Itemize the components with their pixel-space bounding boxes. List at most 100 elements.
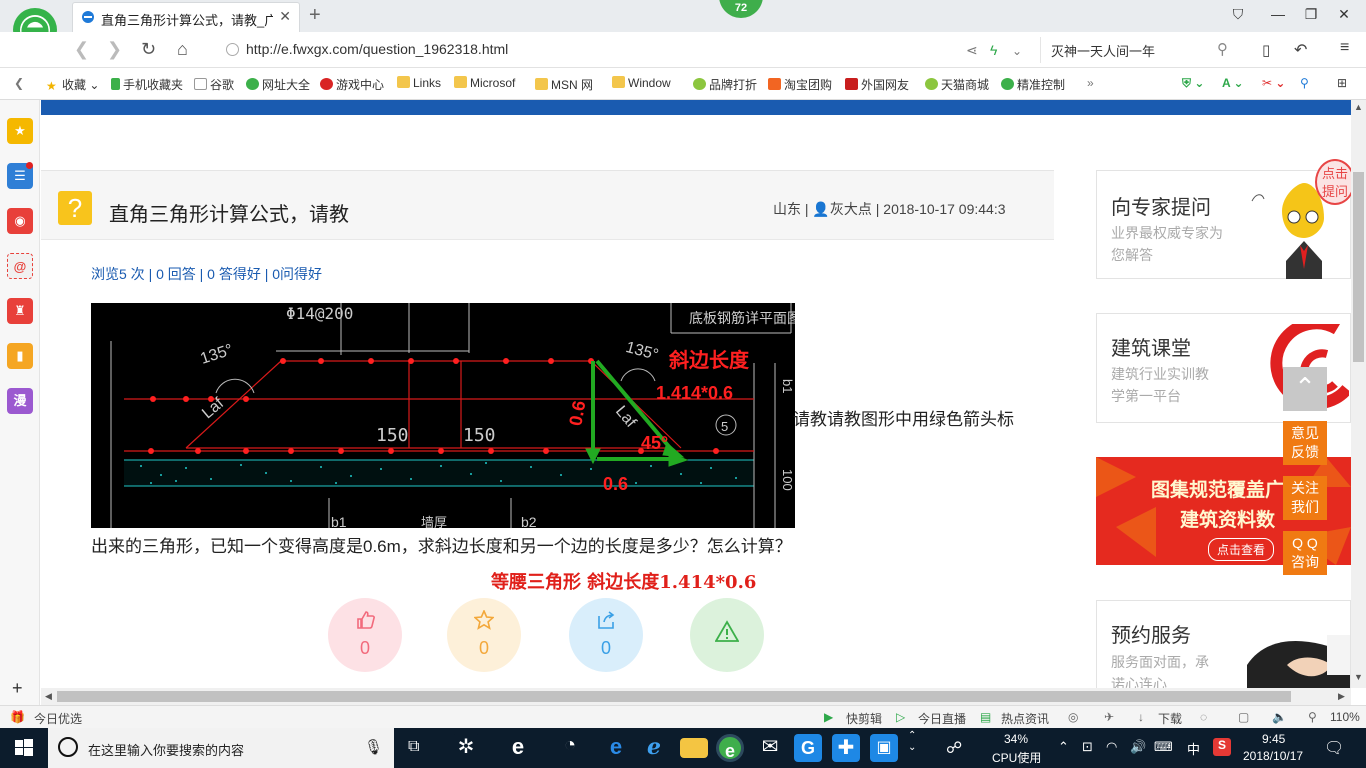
shirt-skin-icon[interactable]: ⛉ [1223, 6, 1253, 23]
show-hidden-icons[interactable]: ⌃ ⌄ [908, 730, 916, 754]
tab-close-icon[interactable]: ✕ [279, 8, 291, 25]
swirl-app-icon[interactable]: ◔ [556, 734, 584, 762]
forward-button[interactable]: ❯ [107, 39, 122, 60]
volume-icon[interactable]: 🔈 [1272, 710, 1287, 724]
mail-app-icon[interactable]: ✉ [756, 734, 784, 762]
book-icon[interactable]: ▮ [7, 343, 33, 369]
new-tab-button[interactable]: + [309, 4, 321, 27]
speaker-icon[interactable]: 🔊 [1130, 739, 1146, 755]
follow-us-button[interactable]: 关注我们 [1283, 476, 1327, 520]
ime-indicator[interactable]: 中 [1187, 739, 1200, 758]
pin-icon[interactable]: ✈ [1104, 710, 1114, 724]
clock-time[interactable]: 9:45 [1262, 732, 1285, 746]
cloud-icon[interactable]: ◌ [1200, 710, 1207, 724]
status-clip[interactable]: 快剪辑 [846, 710, 882, 727]
menu-icon[interactable]: ≡ [1340, 39, 1349, 57]
action-center-icon[interactable]: 🗨 [1324, 738, 1344, 758]
bookmark-sites[interactable]: 网址大全 [246, 76, 310, 93]
translate-icon[interactable]: A ⌄ [1222, 76, 1244, 90]
home-button[interactable]: ⌂ [177, 39, 188, 60]
close-window-button[interactable]: ✕ [1329, 6, 1359, 23]
windows-start-icon[interactable] [0, 728, 48, 768]
microphone-icon[interactable]: 🎙 [364, 738, 383, 756]
browser-app-icon[interactable]: e [716, 734, 744, 762]
tray-chevron-up-icon[interactable]: ⌃ [1058, 739, 1069, 755]
search-icon[interactable]: ⚲ [1217, 40, 1228, 58]
plus-app-icon[interactable]: ✚ [832, 734, 860, 762]
phone-icon[interactable]: ▯ [1262, 41, 1270, 59]
task-view-icon[interactable]: ⧉ [408, 738, 419, 756]
feedback-button[interactable]: 意见反馈 [1283, 421, 1327, 465]
bookmark-microsoft[interactable]: Microsof [454, 76, 515, 90]
bookmark-taobao[interactable]: 淘宝团购 [768, 76, 832, 93]
clock-date[interactable]: 2018/10/17 [1243, 749, 1303, 763]
status-live[interactable]: 今日直播 [918, 710, 966, 727]
photo-app-icon[interactable]: ▣ [870, 734, 898, 762]
favorite-button[interactable]: 0 [447, 598, 521, 672]
pinwheel-app-icon[interactable]: ✲ [452, 734, 480, 762]
chevron-down-icon[interactable]: ⌄ [1012, 44, 1022, 58]
bookmark-favorites[interactable]: ★ 收藏 ⌄ [46, 76, 99, 93]
window-icon[interactable]: ▢ [1238, 710, 1249, 724]
refresh-button[interactable]: ↻ [141, 39, 156, 60]
appointment-card[interactable]: 预约服务 服务面对面，承诺心连心 [1096, 600, 1351, 688]
back-button[interactable]: ❮ [74, 39, 89, 60]
speed-icon[interactable]: ◎ [1068, 710, 1078, 724]
zoom-icon[interactable]: ⚲ [1308, 710, 1317, 724]
ask-bubble[interactable]: 点击提问 [1315, 159, 1351, 205]
undo-icon[interactable]: ↶ [1294, 40, 1307, 60]
notification-badge[interactable]: 72 [719, 0, 763, 18]
url-field[interactable]: http://e.fwxgx.com/question_1962318.html [226, 37, 956, 63]
share-button[interactable]: 0 [569, 598, 643, 672]
bookmark-mobile[interactable]: 手机收藏夹 [111, 76, 183, 93]
banner-view-button[interactable]: 点击查看 [1208, 538, 1275, 561]
search-box[interactable]: 灭神一天人间一年 ⚲ [1040, 37, 1236, 63]
weibo-icon[interactable]: ◉ [7, 208, 33, 234]
bookmark-links[interactable]: Links [397, 76, 441, 90]
back-to-top-button[interactable]: ⌃ [1283, 367, 1327, 411]
zoom-tool-icon[interactable]: ⚲ [1300, 76, 1309, 90]
report-button[interactable] [690, 598, 764, 672]
minimize-button[interactable]: — [1263, 6, 1293, 22]
like-button[interactable]: 0 [328, 598, 402, 672]
wifi-icon[interactable]: ◠ [1106, 739, 1117, 755]
bookmark-more-icon[interactable]: » [1087, 76, 1094, 90]
game-icon[interactable]: ♜ [7, 298, 33, 324]
internet-explorer-icon[interactable]: ℯ [640, 734, 668, 762]
keyboard-icon[interactable]: ⌨ [1154, 739, 1173, 755]
status-download[interactable]: 下载 [1158, 710, 1182, 727]
bookmark-tmall[interactable]: 天猫商城 [925, 76, 989, 93]
taskbar-search-box[interactable]: 在这里输入你要搜索的内容 🎙 [48, 728, 394, 768]
file-explorer-icon[interactable] [680, 738, 708, 758]
tab-active[interactable]: 直角三角形计算公式，请教_广联 ✕ [72, 2, 300, 32]
favorites-star-icon[interactable]: ★ [7, 118, 33, 144]
bookmark-games[interactable]: 游戏中心 [320, 76, 384, 93]
people-icon[interactable]: ☍ [946, 738, 962, 758]
bookmark-foreign[interactable]: 外国网友 [845, 76, 909, 93]
network-device-icon[interactable]: ⊡ [1082, 739, 1093, 755]
lightning-icon[interactable]: ϟ [990, 42, 997, 58]
horizontal-scrollbar[interactable]: ◀ ▶ [41, 688, 1351, 705]
horizontal-scroll-thumb[interactable] [57, 691, 1291, 702]
qq-consult-button[interactable]: Q Q咨询 [1283, 531, 1327, 575]
screenshot-scissors-icon[interactable]: ✂ ⌄ [1262, 76, 1285, 90]
bookmark-precise[interactable]: 精准控制 [1001, 76, 1065, 93]
comic-icon[interactable]: 漫 [7, 388, 33, 414]
bookmark-google[interactable]: 谷歌 [194, 76, 234, 93]
shield-icon[interactable]: ⛨ ⌄ [1182, 76, 1204, 91]
question-image[interactable]: Φ14@200 底板钢筋详平面图 135° 135° Laf Laf 150 1… [91, 303, 795, 528]
vertical-scroll-thumb[interactable] [1353, 172, 1364, 362]
g-app-icon[interactable]: G [794, 734, 822, 762]
status-today-picks[interactable]: 今日优选 [34, 710, 82, 727]
sogou-ime-icon[interactable]: S [1213, 738, 1231, 756]
question-user[interactable]: 灰大点 [830, 201, 872, 217]
ie-app-icon[interactable]: e [504, 734, 532, 762]
bookmark-windows[interactable]: Window [612, 76, 671, 90]
bookmark-collapse-icon[interactable]: ❮ [14, 76, 24, 90]
ask-expert-card[interactable]: 向专家提问 业界最权威专家为您解答 点击提问 [1096, 159, 1351, 279]
add-sidebar-icon[interactable]: + [12, 678, 23, 699]
edge-app-icon[interactable]: e [602, 734, 630, 762]
share-icon[interactable]: ⋖ [966, 42, 978, 59]
bookmark-brand-sale[interactable]: 品牌打折 [693, 76, 757, 93]
vertical-scrollbar[interactable]: ▲ ▼ [1351, 100, 1366, 688]
